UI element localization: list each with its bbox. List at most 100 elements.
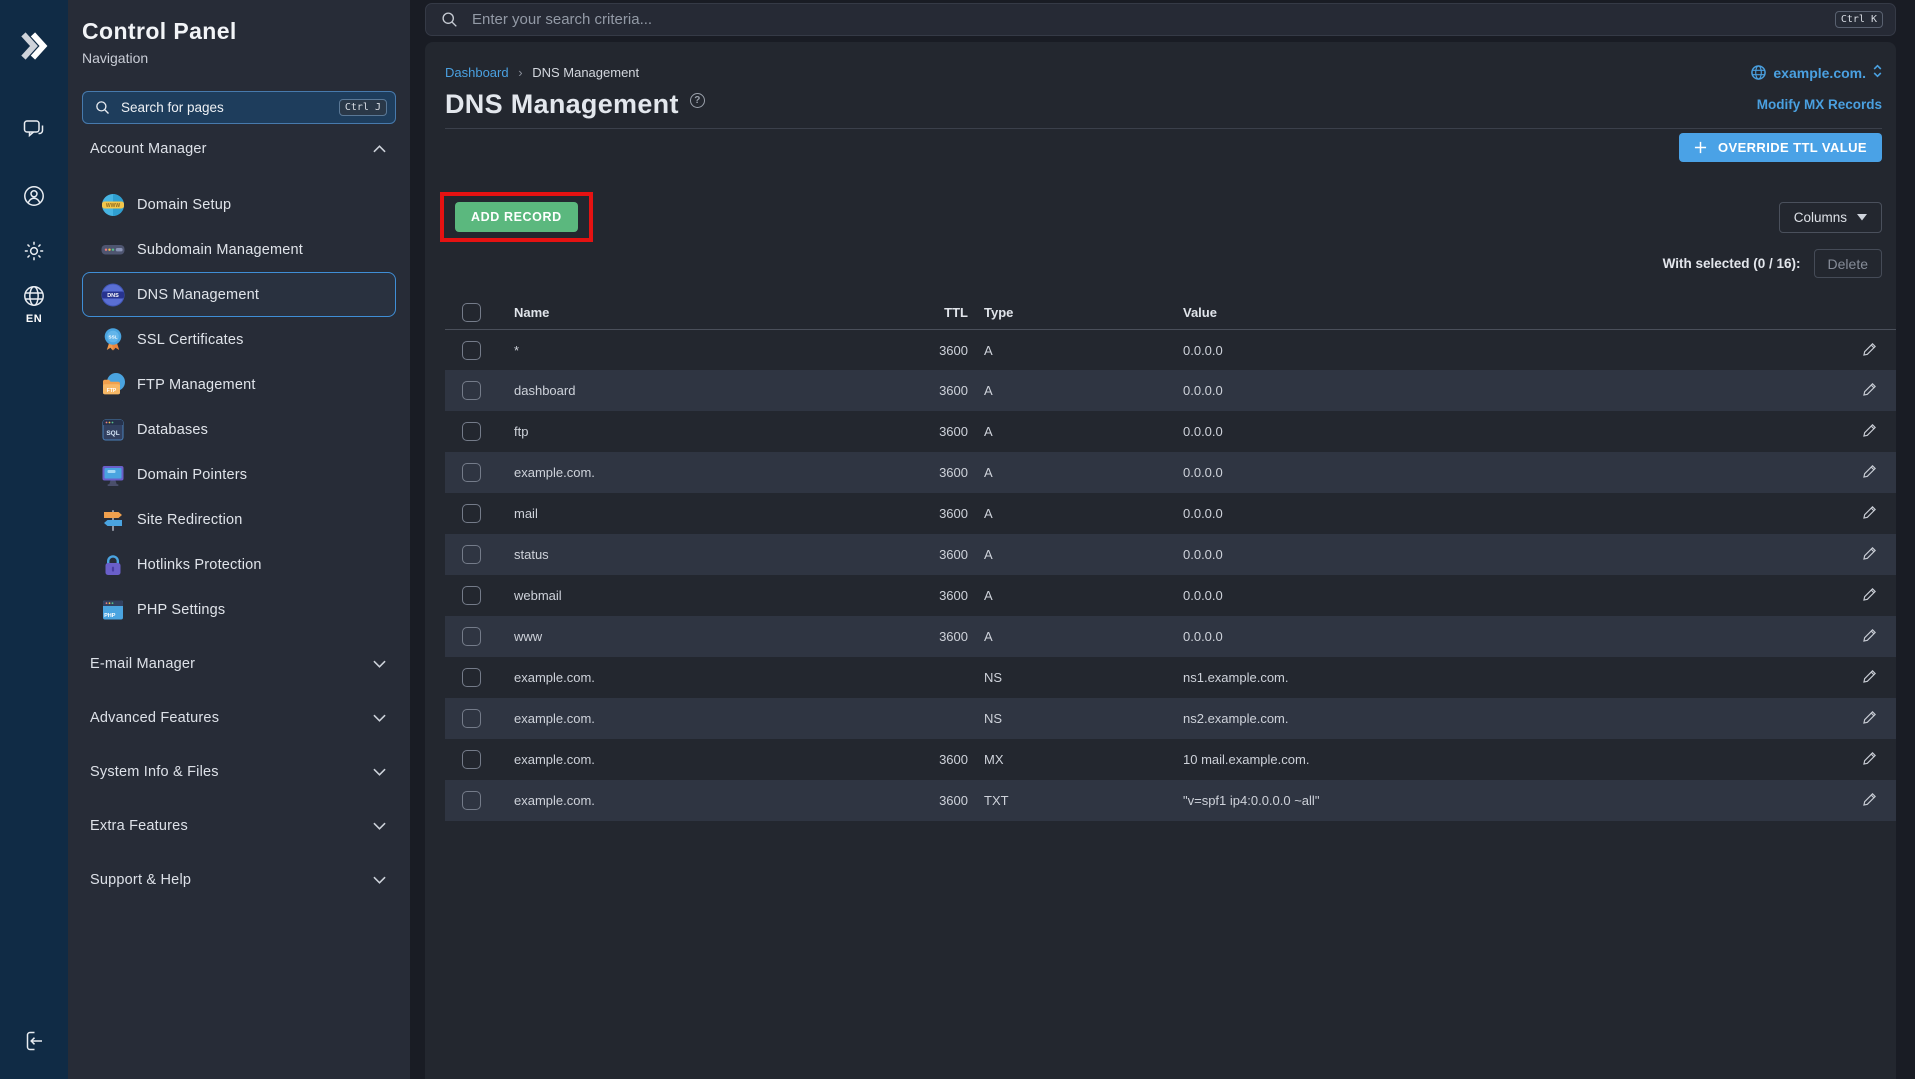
row-checkbox[interactable]: [462, 545, 481, 564]
edit-record-button[interactable]: [1862, 504, 1878, 523]
record-ttl: 3600: [900, 452, 968, 493]
sidebar-item-label: Subdomain Management: [137, 242, 303, 258]
global-search-input[interactable]: Enter your search criteria... Ctrl K: [425, 3, 1896, 36]
sidebar-item-dns-management[interactable]: DNSDNS Management: [82, 272, 396, 317]
domain-selector-chevrons-icon: [1873, 64, 1882, 81]
add-record-button[interactable]: ADD RECORD: [455, 202, 578, 232]
sidebar-section-advanced-features[interactable]: Advanced Features: [82, 696, 396, 740]
edit-record-button[interactable]: [1862, 668, 1878, 687]
sidebar-section-support-help[interactable]: Support & Help: [82, 858, 396, 902]
sidebar-item-domain-setup[interactable]: WWWDomain Setup: [82, 182, 396, 227]
columns-dropdown-button[interactable]: Columns: [1779, 202, 1882, 233]
edit-record-button[interactable]: [1862, 791, 1878, 810]
record-value: 0.0.0.0: [1183, 616, 1850, 657]
table-row: dashboard3600A0.0.0.0: [445, 370, 1896, 411]
sidebar-item-php-settings[interactable]: PHPPHP Settings: [82, 587, 396, 632]
row-checkbox[interactable]: [462, 791, 481, 810]
record-name: *: [505, 329, 900, 370]
sidebar-search-shortcut: Ctrl J: [339, 99, 387, 116]
row-checkbox[interactable]: [462, 709, 481, 728]
record-name: status: [505, 534, 900, 575]
dns-records-table: Name TTL Type Value *3600A0.0.0.0dashboa…: [445, 296, 1896, 821]
sidebar-item-domain-pointers[interactable]: Domain Pointers: [82, 452, 396, 497]
record-value: 0.0.0.0: [1183, 329, 1850, 370]
record-ttl: [900, 698, 968, 739]
settings-icon[interactable]: [19, 238, 49, 264]
table-row: example.com.NSns1.example.com.: [445, 657, 1896, 698]
app-logo-icon[interactable]: [16, 27, 52, 65]
breadcrumb-dashboard-link[interactable]: Dashboard: [445, 65, 509, 80]
search-icon: [95, 100, 110, 115]
sidebar-item-label: Domain Pointers: [137, 467, 247, 483]
language-globe-icon[interactable]: [19, 283, 49, 309]
delete-selected-button[interactable]: Delete: [1814, 249, 1882, 278]
svg-text:SQL: SQL: [106, 430, 119, 437]
record-value: 0.0.0.0: [1183, 575, 1850, 616]
record-name: example.com.: [505, 780, 900, 821]
sidebar-item-site-redirection[interactable]: Site Redirection: [82, 497, 396, 542]
record-type: A: [968, 452, 1183, 493]
row-checkbox[interactable]: [462, 627, 481, 646]
record-ttl: 3600: [900, 575, 968, 616]
modify-mx-records-link[interactable]: Modify MX Records: [1757, 97, 1882, 112]
record-ttl: 3600: [900, 534, 968, 575]
sidebar-item-subdomain-management[interactable]: Subdomain Management: [82, 227, 396, 272]
sidebar-item-ftp-management[interactable]: FTPFTP Management: [82, 362, 396, 407]
messages-icon[interactable]: [19, 116, 49, 142]
column-header-name[interactable]: Name: [505, 296, 900, 329]
edit-record-button[interactable]: [1862, 586, 1878, 605]
chevron-down-icon: [373, 876, 386, 884]
record-value: 10 mail.example.com.: [1183, 739, 1850, 780]
sidebar-item-hotlinks-protection[interactable]: Hotlinks Protection: [82, 542, 396, 587]
domain-selector[interactable]: example.com.: [1751, 64, 1882, 81]
sidebar-item-label: Databases: [137, 422, 208, 438]
table-row: status3600A0.0.0.0: [445, 534, 1896, 575]
record-type: MX: [968, 739, 1183, 780]
globe-icon: [1751, 65, 1766, 80]
record-type: A: [968, 411, 1183, 452]
record-name: www: [505, 616, 900, 657]
column-header-value[interactable]: Value: [1183, 296, 1850, 329]
row-checkbox[interactable]: [462, 422, 481, 441]
record-name: example.com.: [505, 452, 900, 493]
edit-record-button[interactable]: [1862, 341, 1878, 360]
row-checkbox[interactable]: [462, 504, 481, 523]
sidebar-item-databases[interactable]: SQL Databases: [82, 407, 396, 452]
breadcrumb-separator: ›: [518, 65, 522, 80]
edit-record-button[interactable]: [1862, 709, 1878, 728]
row-checkbox[interactable]: [462, 750, 481, 769]
override-ttl-button[interactable]: OVERRIDE TTL VALUE: [1679, 133, 1882, 162]
ssl-certificates-icon: SSL: [100, 327, 126, 353]
sidebar-section-e-mail-manager[interactable]: E-mail Manager: [82, 642, 396, 686]
record-name: example.com.: [505, 657, 900, 698]
account-icon[interactable]: [19, 183, 49, 209]
sidebar-section-system-info-files[interactable]: System Info & Files: [82, 750, 396, 794]
sidebar-item-ssl-certificates[interactable]: SSLSSL Certificates: [82, 317, 396, 362]
sidebar-section-account-manager[interactable]: Account Manager: [82, 127, 396, 171]
sidebar-search-input[interactable]: Search for pages Ctrl J: [82, 91, 396, 124]
row-checkbox[interactable]: [462, 381, 481, 400]
row-checkbox[interactable]: [462, 341, 481, 360]
edit-record-button[interactable]: [1862, 627, 1878, 646]
edit-record-button[interactable]: [1862, 750, 1878, 769]
edit-record-button[interactable]: [1862, 463, 1878, 482]
row-checkbox[interactable]: [462, 586, 481, 605]
row-checkbox[interactable]: [462, 463, 481, 482]
subdomain-management-icon: [100, 237, 126, 263]
help-icon[interactable]: ?: [690, 93, 705, 108]
edit-record-button[interactable]: [1862, 422, 1878, 441]
sidebar-item-label: FTP Management: [137, 377, 256, 393]
record-value: ns1.example.com.: [1183, 657, 1850, 698]
column-header-type[interactable]: Type: [968, 296, 1183, 329]
edit-record-button[interactable]: [1862, 381, 1878, 400]
row-checkbox[interactable]: [462, 668, 481, 687]
language-label[interactable]: EN: [26, 313, 42, 325]
select-all-checkbox[interactable]: [462, 303, 481, 322]
record-type: A: [968, 370, 1183, 411]
column-header-ttl[interactable]: TTL: [900, 296, 968, 329]
logout-icon[interactable]: [19, 1028, 49, 1054]
edit-record-button[interactable]: [1862, 545, 1878, 564]
sidebar-section-extra-features[interactable]: Extra Features: [82, 804, 396, 848]
panel-subtitle: Navigation: [82, 50, 396, 66]
icon-rail: EN: [0, 0, 68, 1079]
